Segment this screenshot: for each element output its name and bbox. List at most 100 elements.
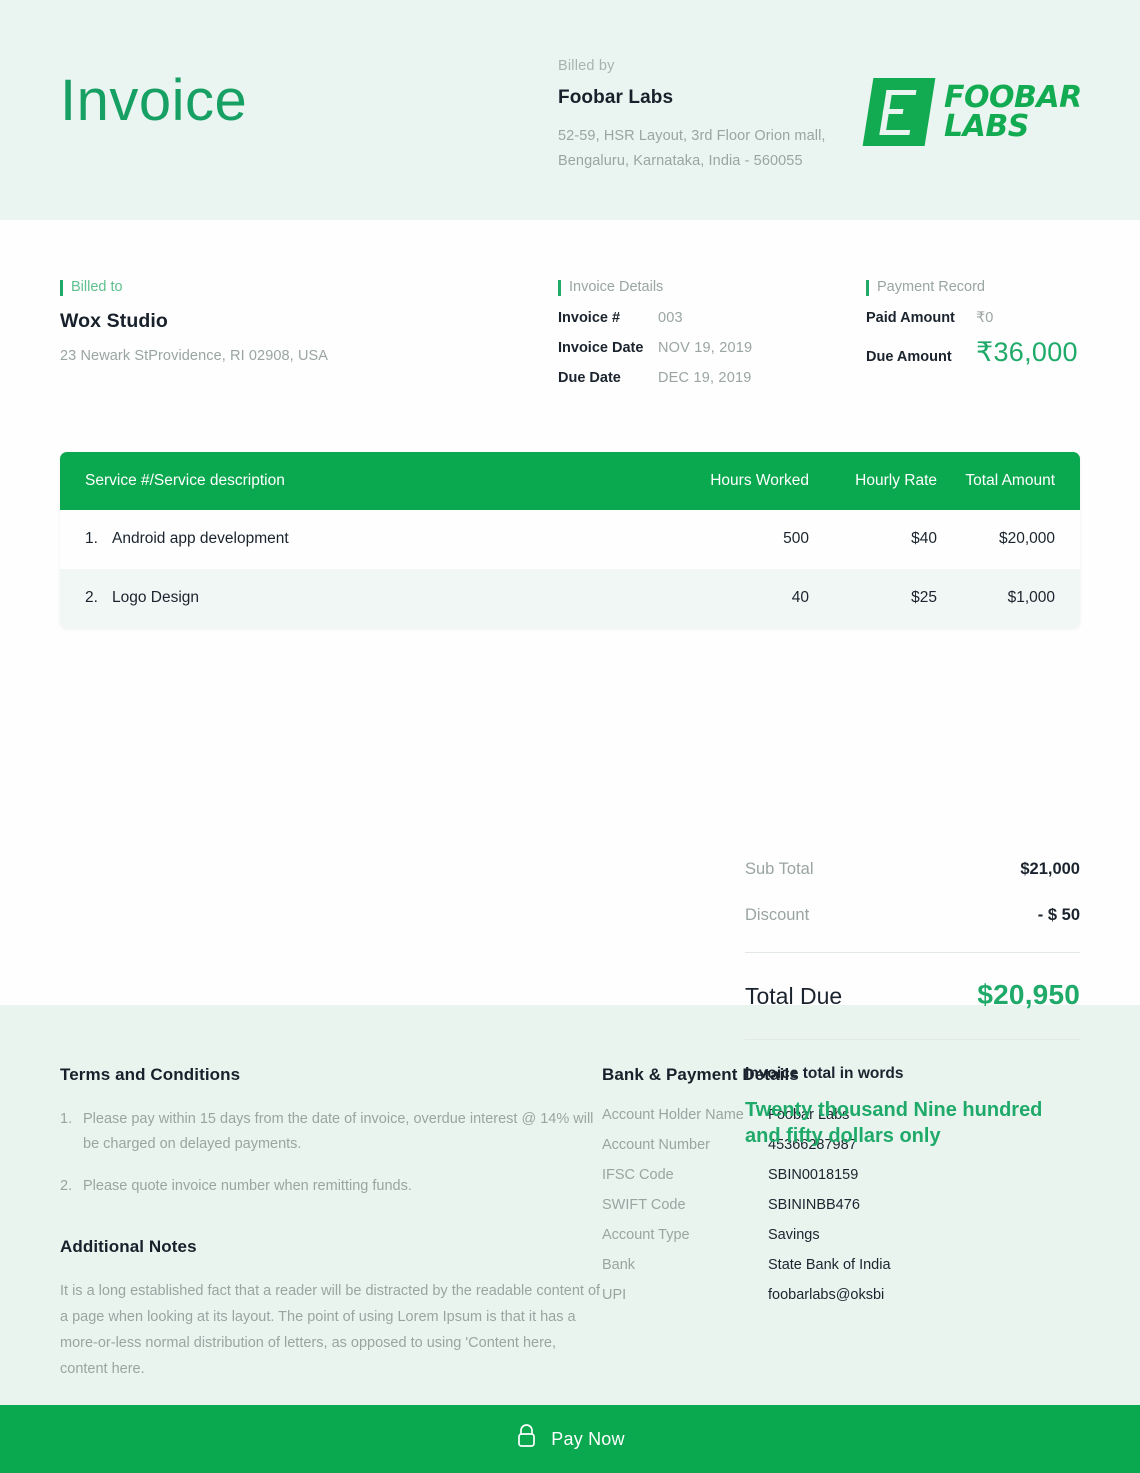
billed-by-address: 52-59, HSR Layout, 3rd Floor Orion mall,… <box>558 124 858 174</box>
bank-detail-value: SBIN0018159 <box>768 1167 859 1183</box>
terms-item-text: Please pay within 15 days from the date … <box>83 1111 594 1153</box>
line-items-table: Service #/Service description Hours Work… <box>60 451 1080 628</box>
terms-heading: Terms and Conditions <box>60 1065 241 1084</box>
paid-amount-value: ₹0 <box>976 309 994 326</box>
terms-column: Terms and Conditions 1. Please pay withi… <box>60 1065 602 1405</box>
company-logo: FOOBAR LABS <box>862 78 1082 146</box>
paid-amount-key: Paid Amount <box>866 309 955 326</box>
invoice-number-value: 003 <box>658 309 683 326</box>
line-item-total: $20,000 <box>998 530 1055 548</box>
bank-detail-row: IFSC Code SBIN0018159 <box>602 1167 1080 1183</box>
additional-notes-text: It is a long established fact that a rea… <box>60 1283 601 1377</box>
total-due-value: $20,950 <box>977 979 1080 1010</box>
invoice-words-value: Twenty thousand Nine hundred and fifty d… <box>745 1099 1043 1147</box>
logo-wordmark-line-2: LABS <box>944 109 1029 144</box>
billed-by-address-line-1: 52-59, HSR Layout, 3rd Floor Orion mall, <box>558 128 826 144</box>
column-header-hours: Hours Worked <box>710 471 809 489</box>
billed-to-block: Billed to Wox Studio 23 Newark StProvide… <box>60 278 558 400</box>
discount-label: Discount <box>745 906 810 924</box>
invoice-body: Billed to Wox Studio 23 Newark StProvide… <box>0 220 1140 1147</box>
terms-item: 1. Please pay within 15 days from the da… <box>60 1107 602 1158</box>
invoice-header: Invoice Billed by Foobar Labs 52-59, HSR… <box>0 0 1140 220</box>
invoice-number-row: Invoice # 003 <box>558 310 866 326</box>
invoice-details-label: Invoice Details <box>558 279 663 296</box>
due-amount-row: Due Amount ₹36,000 <box>866 337 1080 368</box>
subtotal-label: Sub Total <box>745 860 814 878</box>
invoice-meta-row: Billed to Wox Studio 23 Newark StProvide… <box>60 220 1080 400</box>
total-due-row: Total Due $20,950 <box>745 953 1080 1037</box>
line-item-hours: 40 <box>791 589 809 607</box>
due-date-row: Due Date DEC 19, 2019 <box>558 370 866 386</box>
payment-record-block: Payment Record Paid Amount ₹0 Due Amount… <box>866 278 1080 400</box>
terms-item: 2. Please quote invoice number when remi… <box>60 1174 602 1199</box>
totals-divider-bottom <box>745 1039 1080 1040</box>
invoice-words-label: Invoice total in words <box>745 1065 904 1082</box>
lock-icon <box>515 1424 538 1454</box>
line-item-description-cell: 2. Logo Design <box>85 589 661 607</box>
column-header-total: Total Amount <box>965 471 1055 489</box>
bank-detail-key: Account Holder Name <box>602 1107 744 1123</box>
billed-to-name: Wox Studio <box>60 309 168 332</box>
due-date-value: DEC 19, 2019 <box>658 369 752 386</box>
column-header-description: Service #/Service description <box>85 471 285 489</box>
subtotal-row: Sub Total $21,000 <box>745 860 1080 879</box>
line-item-description: Android app development <box>112 530 289 548</box>
paid-amount-row: Paid Amount ₹0 <box>866 310 1080 326</box>
bank-detail-value: foobarlabs@oksbi <box>768 1287 885 1303</box>
bank-detail-row: UPI foobarlabs@oksbi <box>602 1287 1080 1303</box>
line-item-rate: $40 <box>911 530 937 548</box>
terms-item-number: 2. <box>60 1177 73 1194</box>
line-item-hours: 500 <box>783 530 809 548</box>
discount-value: - $ 50 <box>1037 906 1080 924</box>
invoice-date-row: Invoice Date NOV 19, 2019 <box>558 340 866 356</box>
additional-notes-heading: Additional Notes <box>60 1237 197 1257</box>
table-row: 2. Logo Design 40 $25 $1,000 <box>60 568 1080 628</box>
discount-row: Discount - $ 50 <box>745 906 1080 925</box>
terms-item-number: 1. <box>60 1111 73 1127</box>
pay-now-button[interactable]: Pay Now <box>0 1405 1140 1473</box>
bank-detail-value: Savings <box>768 1227 820 1243</box>
payment-record-label: Payment Record <box>866 279 985 296</box>
table-row: 1. Android app development 500 $40 $20,0… <box>60 509 1080 569</box>
line-item-description: Logo Design <box>112 589 200 607</box>
line-item-total: $1,000 <box>1007 589 1055 607</box>
line-item-description-cell: 1. Android app development <box>85 530 661 548</box>
page-title: Invoice <box>60 68 248 133</box>
bank-detail-value: SBININBB476 <box>768 1197 860 1213</box>
due-date-key: Due Date <box>558 369 621 386</box>
table-header-row: Service #/Service description Hours Work… <box>60 451 1080 510</box>
invoice-details-block: Invoice Details Invoice # 003 Invoice Da… <box>558 278 866 400</box>
bank-detail-key: UPI <box>602 1287 627 1303</box>
bank-detail-key: SWIFT Code <box>602 1197 686 1213</box>
bank-detail-row: Bank State Bank of India <box>602 1257 1080 1273</box>
billed-to-label: Billed to <box>60 279 123 296</box>
bank-detail-value: State Bank of India <box>768 1257 891 1273</box>
billed-by-label: Billed by <box>558 58 615 74</box>
bank-detail-key: Bank <box>602 1257 636 1273</box>
totals-summary: Sub Total $21,000 Discount - $ 50 Total … <box>745 860 1080 1149</box>
subtotal-value: $21,000 <box>1020 860 1080 878</box>
due-amount-value: ₹36,000 <box>976 336 1078 367</box>
bank-detail-row: Account Type Savings <box>602 1227 1080 1243</box>
line-item-number: 1. <box>85 530 98 548</box>
terms-item-text: Please quote invoice number when remitti… <box>83 1177 412 1194</box>
bank-detail-key: IFSC Code <box>602 1167 674 1183</box>
line-item-number: 2. <box>85 589 98 607</box>
invoice-number-key: Invoice # <box>558 309 621 326</box>
bank-detail-row: SWIFT Code SBININBB476 <box>602 1197 1080 1213</box>
invoice-date-value: NOV 19, 2019 <box>658 339 753 356</box>
line-item-rate: $25 <box>911 589 937 607</box>
billed-to-address: 23 Newark StProvidence, RI 02908, USA <box>60 347 329 364</box>
pay-now-label: Pay Now <box>551 1428 625 1449</box>
billed-by-address-line-2: Bengaluru, Karnataka, India - 560055 <box>558 152 803 169</box>
bank-detail-key: Account Type <box>602 1227 690 1243</box>
logo-f-mark-icon <box>862 78 936 146</box>
bank-detail-key: Account Number <box>602 1137 710 1153</box>
column-header-rate: Hourly Rate <box>855 471 937 489</box>
billed-by-block: Billed by Foobar Labs 52-59, HSR Layout,… <box>558 58 858 174</box>
due-amount-key: Due Amount <box>866 348 952 365</box>
billed-by-company: Foobar Labs <box>558 87 674 108</box>
logo-wordmark-line-1: FOOBAR <box>944 79 1082 115</box>
total-due-label: Total Due <box>745 983 843 1009</box>
logo-wordmark: FOOBAR LABS <box>944 79 1082 144</box>
